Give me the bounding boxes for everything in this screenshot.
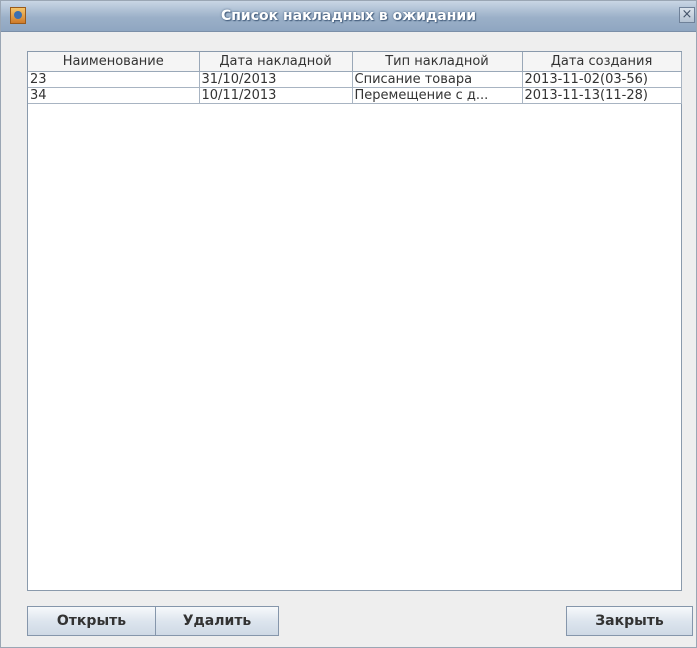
cell-created-date[interactable]: 2013-11-13(11-28) [521,87,682,104]
cell-invoice-date[interactable]: 31/10/2013 [198,71,353,88]
open-button[interactable]: Открыть [27,606,156,636]
close-button[interactable]: Закрыть [566,606,693,636]
cell-invoice-date[interactable]: 10/11/2013 [198,87,353,104]
delete-button[interactable]: Удалить [155,606,279,636]
window-title: Список накладных в ожидании [220,8,477,24]
table-row[interactable]: 34 10/11/2013 Перемещение с д... 2013-11… [28,87,682,104]
table-row[interactable]: 23 31/10/2013 Списание товара 2013-11-02… [28,71,682,88]
column-header-invoice-type[interactable]: Тип накладной [351,52,523,72]
title-bar[interactable]: Список накладных в ожидании × [1,1,696,32]
column-header-invoice-date[interactable]: Дата накладной [198,52,353,72]
dialog-window: Список накладных в ожидании × Наименован… [0,0,697,648]
table-header-row: Наименование Дата накладной Тип накладно… [28,52,682,72]
column-header-created-date[interactable]: Дата создания [521,52,682,72]
invoices-table: Наименование Дата накладной Тип накладно… [28,52,682,104]
close-icon[interactable]: × [679,7,695,23]
column-header-name[interactable]: Наименование [28,52,200,72]
cell-invoice-type[interactable]: Списание товара [351,71,523,88]
cell-invoice-type[interactable]: Перемещение с д... [351,87,523,104]
cell-name[interactable]: 34 [28,87,200,104]
cell-name[interactable]: 23 [28,71,200,88]
cell-created-date[interactable]: 2013-11-02(03-56) [521,71,682,88]
invoices-table-panel[interactable]: Наименование Дата накладной Тип накладно… [27,51,682,591]
